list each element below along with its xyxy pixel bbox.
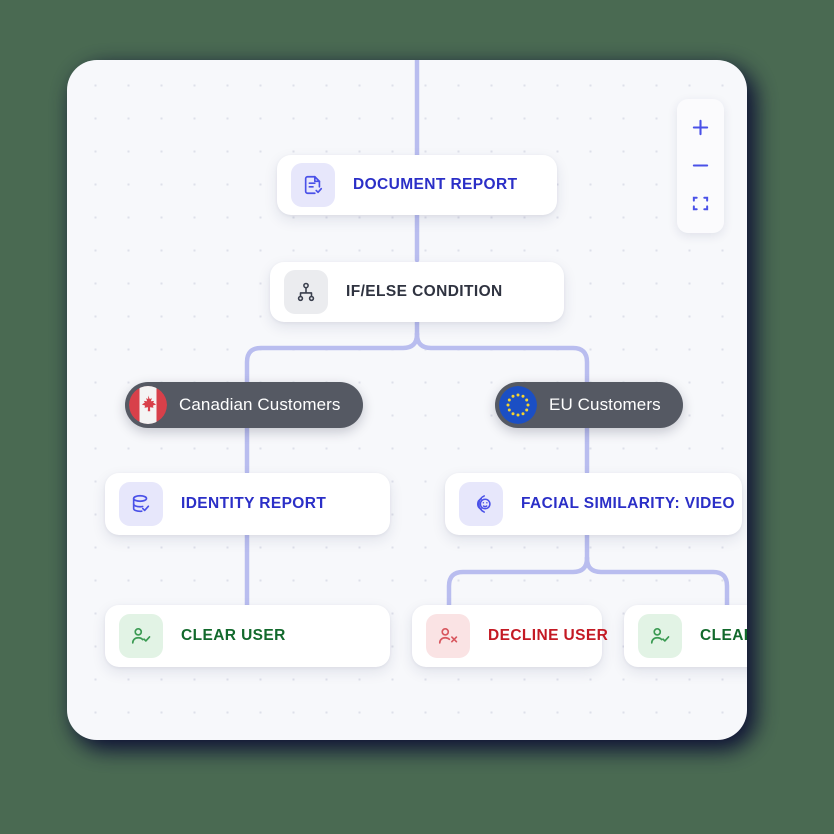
user-x-icon bbox=[426, 614, 470, 658]
face-scan-icon bbox=[459, 482, 503, 526]
branch-label: Canadian Customers bbox=[179, 395, 341, 414]
node-label: FACIAL SIMILARITY: VIDEO bbox=[521, 495, 735, 512]
node-label: IDENTITY REPORT bbox=[181, 495, 327, 512]
node-label: CLEAR USER bbox=[181, 627, 286, 644]
node-facial-similarity-video[interactable]: FACIAL SIMILARITY: VIDEO bbox=[445, 473, 742, 535]
canada-flag-icon bbox=[129, 386, 167, 424]
node-clear-user-right[interactable]: CLEAR U bbox=[624, 605, 747, 667]
node-label: DOCUMENT REPORT bbox=[353, 176, 518, 193]
fit-view-button[interactable] bbox=[681, 184, 721, 222]
branch-label: EU Customers bbox=[549, 395, 661, 414]
node-label: CLEAR U bbox=[700, 627, 747, 644]
eu-flag-icon bbox=[499, 386, 537, 424]
workflow-canvas-panel[interactable]: DOCUMENT REPORT IF/ELSE CONDITION Canadi… bbox=[67, 60, 747, 740]
branch-eu-customers[interactable]: EU Customers bbox=[495, 382, 683, 428]
fit-screen-icon bbox=[692, 196, 709, 210]
workflow-builder-screen: DOCUMENT REPORT IF/ELSE CONDITION Canadi… bbox=[0, 0, 834, 834]
branch-node-icon bbox=[284, 270, 328, 314]
user-check-icon bbox=[638, 614, 682, 658]
zoom-in-button[interactable] bbox=[681, 108, 721, 146]
node-document-report[interactable]: DOCUMENT REPORT bbox=[277, 155, 557, 215]
zoom-controls[interactable] bbox=[677, 99, 724, 233]
node-decline-user[interactable]: DECLINE USER bbox=[412, 605, 608, 667]
node-identity-report[interactable]: IDENTITY REPORT bbox=[105, 473, 390, 535]
plus-icon bbox=[692, 119, 709, 135]
user-check-icon bbox=[119, 614, 163, 658]
branch-canadian-customers[interactable]: Canadian Customers bbox=[125, 382, 363, 428]
database-check-icon bbox=[119, 482, 163, 526]
node-label: IF/ELSE CONDITION bbox=[346, 283, 503, 300]
document-check-icon bbox=[291, 163, 335, 207]
node-if-else-condition[interactable]: IF/ELSE CONDITION bbox=[270, 262, 564, 322]
zoom-out-button[interactable] bbox=[681, 146, 721, 184]
minus-icon bbox=[692, 163, 709, 167]
node-label: DECLINE USER bbox=[488, 627, 609, 644]
node-clear-user-left[interactable]: CLEAR USER bbox=[105, 605, 390, 667]
